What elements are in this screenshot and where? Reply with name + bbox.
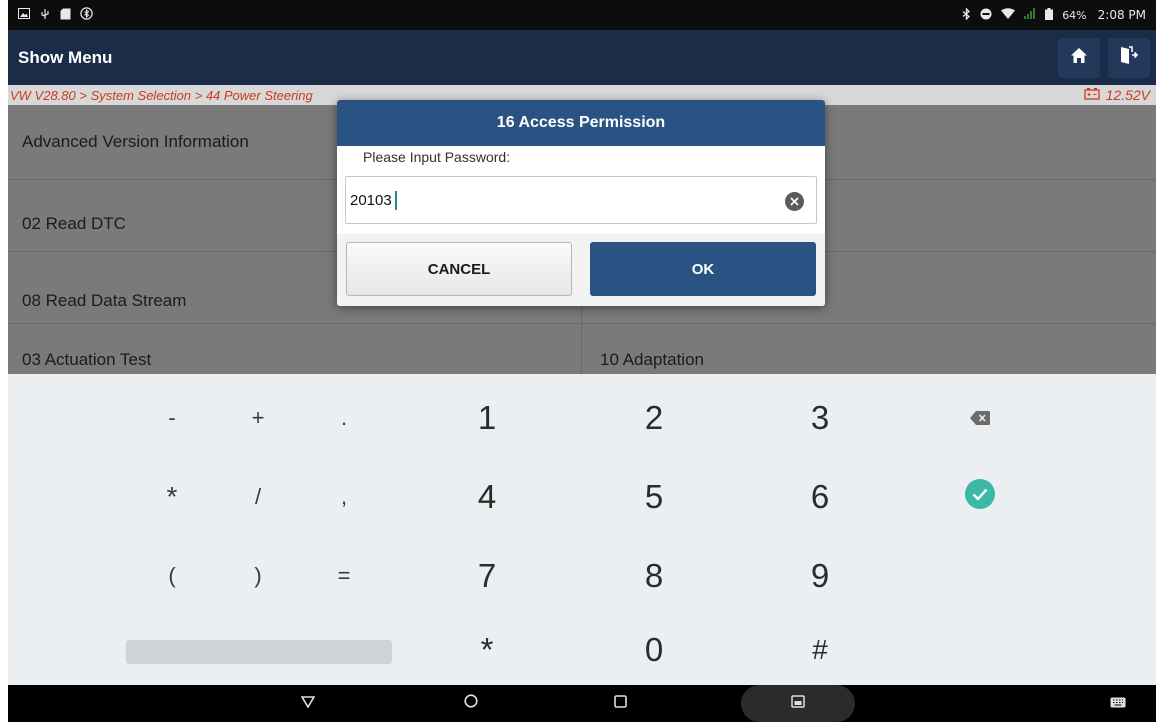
key-equals[interactable]: = [304,541,384,611]
key-3[interactable]: 3 [780,383,860,453]
key-asterisk[interactable]: * [132,462,212,532]
status-icons-right: 64% 2:08 PM [962,6,1146,23]
menu-item-label: 03 Actuation Test [22,350,152,369]
access-permission-dialog: 16 Access Permission Please Input Passwo… [337,100,825,306]
menu-item-label: Advanced Version Information [22,132,249,151]
signal-icon [1024,8,1036,22]
home-button[interactable] [1058,37,1100,78]
cancel-button[interactable]: CANCEL [346,242,572,296]
key-star[interactable]: * [447,615,527,685]
key-0[interactable]: 0 [614,615,694,685]
backspace-icon [970,405,990,431]
key-4[interactable]: 4 [447,462,527,532]
usb-icon [39,8,51,23]
screenshot-button[interactable] [741,685,855,722]
menu-item-10-adaptation[interactable]: 10 Adaptation [581,324,1156,374]
home-nav-button[interactable] [441,685,501,722]
exit-icon [1120,45,1139,70]
key-1[interactable]: 1 [447,383,527,453]
key-close-paren[interactable]: ) [218,541,298,611]
check-circle-icon [965,479,995,515]
image-icon [18,8,30,22]
spacebar-key[interactable] [126,640,392,664]
key-8[interactable]: 8 [614,541,694,611]
recents-square-icon [613,694,627,713]
wifi-icon [1001,8,1016,22]
password-field[interactable] [345,176,817,224]
key-comma[interactable]: , [304,462,384,532]
exit-button[interactable] [1108,37,1150,78]
menu-item-label: 10 Adaptation [600,350,704,369]
key-hash[interactable]: # [780,615,860,685]
navigation-bar [8,685,1156,722]
clock: 2:08 PM [1097,8,1146,22]
key-7[interactable]: 7 [447,541,527,611]
voltage-value: 12.52V [1105,87,1150,103]
battery-voltage: 12.52V [1083,87,1150,103]
dialog-footer: CANCEL OK [337,234,825,306]
do-not-disturb-icon [980,8,992,23]
recents-button[interactable] [590,685,650,722]
menu-item-label: 08 Read Data Stream [22,290,187,310]
title-bar: Show Menu [8,30,1156,85]
home-circle-icon [464,694,478,713]
keyboard-switch-button[interactable] [1088,685,1148,722]
keyboard-icon [1110,695,1126,713]
status-icons-left [18,7,93,23]
sd-card-icon [60,8,71,23]
key-plus[interactable]: + [218,383,298,453]
home-icon [1070,47,1088,69]
title-bar-buttons [1058,30,1156,85]
clear-input-button[interactable] [785,192,804,211]
key-slash[interactable]: / [218,462,298,532]
key-period[interactable]: . [304,383,384,453]
numeric-keyboard: - + . 1 2 3 * / , 4 5 6 ( ) = 7 8 9 * 0 … [8,374,1156,685]
page-title: Show Menu [18,47,113,67]
password-prompt: Please Input Password: [363,149,511,165]
battery-percent: 64% [1062,8,1087,22]
key-2[interactable]: 2 [614,383,694,453]
bluetooth-icon [962,6,971,23]
bluetooth-scan-icon [80,7,93,23]
screenshot-icon [791,694,805,713]
car-battery-icon [1083,87,1100,103]
clear-icon [790,193,799,211]
status-bar: 64% 2:08 PM [8,0,1156,30]
text-caret [395,191,397,210]
back-button[interactable] [278,685,338,722]
key-5[interactable]: 5 [614,462,694,532]
dialog-title: 16 Access Permission [337,100,825,146]
key-6[interactable]: 6 [780,462,860,532]
ok-button[interactable]: OK [590,242,816,296]
menu-item-03-actuation-test[interactable]: 03 Actuation Test [8,324,580,374]
enter-key[interactable] [940,462,1020,532]
breadcrumb: VW V28.80 > System Selection > 44 Power … [10,87,313,103]
key-minus[interactable]: - [132,383,212,453]
backspace-key[interactable] [940,383,1020,453]
menu-item-label: 02 Read DTC [22,213,126,233]
password-input[interactable] [346,177,816,223]
battery-icon [1045,7,1054,23]
key-open-paren[interactable]: ( [132,541,212,611]
key-9[interactable]: 9 [780,541,860,611]
back-triangle-icon [300,695,316,713]
